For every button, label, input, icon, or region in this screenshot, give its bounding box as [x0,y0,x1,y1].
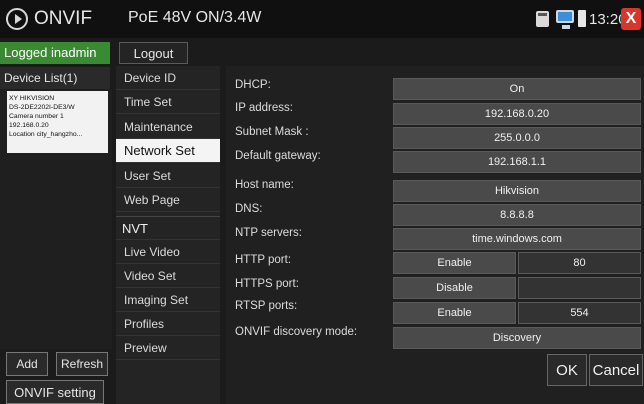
menu-item-web-page[interactable]: Web Page [116,188,220,212]
device-location: Location city_hangzho... [9,131,83,138]
device-model: DS-2DE2202I-DE3/W [9,104,75,111]
http-port-label: HTTP port: [235,254,292,266]
menu-item-maintenance[interactable]: Maintenance [116,115,220,139]
rtsp-ports-label: RTSP ports: [235,300,298,312]
device-list-header: Device List(1) [0,67,110,89]
gateway-field[interactable]: 192.168.1.1 [393,151,641,173]
settings-menu: Device ID Time Set Maintenance Network S… [116,66,220,404]
https-port-label: HTTPS port: [235,278,299,290]
battery-icon [578,10,586,27]
device-camera-number: Camera number 1 [9,113,64,120]
menu-item-video-set[interactable]: Video Set [116,264,220,288]
dhcp-toggle[interactable]: On [393,78,641,100]
device-card[interactable]: XY HIKVISION DS-2DE2202I-DE3/W Camera nu… [7,91,108,153]
onvif-setting-button[interactable]: ONVIF setting [6,380,104,404]
dhcp-label: DHCP: [235,79,271,91]
menu-item-live-video[interactable]: Live Video [116,240,220,264]
device-manufacturer: XY HIKVISION [9,95,55,102]
subnet-mask-label: Subnet Mask : [235,126,309,138]
logout-button[interactable]: Logout [119,42,188,64]
close-button[interactable]: X [621,8,641,30]
discovery-mode-select[interactable]: Discovery [393,327,641,349]
host-name-label: Host name: [235,179,294,191]
network-icon [556,10,574,29]
ntp-servers-field[interactable]: time.windows.com [393,228,641,250]
device-ip: 192.168.0.20 [9,122,49,129]
app-title: ONVIF [34,8,93,29]
ip-address-label: IP address: [235,102,293,114]
dns-label: DNS: [235,203,263,215]
ip-address-field[interactable]: 192.168.0.20 [393,103,641,125]
poe-status: PoE 48V ON/3.4W [128,9,262,26]
cancel-button[interactable]: Cancel [589,354,643,386]
menu-item-user-set[interactable]: User Set [116,164,220,188]
ok-button[interactable]: OK [547,354,587,386]
app-logo: ONVIF [6,4,116,34]
https-enable-toggle[interactable]: Disable [393,277,516,299]
rtsp-enable-toggle[interactable]: Enable [393,302,516,324]
logged-in-status: Logged inadmin [0,42,110,64]
menu-item-preview[interactable]: Preview [116,336,220,360]
rtsp-port-field[interactable]: 554 [518,302,641,324]
http-enable-toggle[interactable]: Enable [393,252,516,274]
subnet-mask-field[interactable]: 255.0.0.0 [393,127,641,149]
gateway-label: Default gateway: [235,150,321,162]
discovery-mode-label: ONVIF discovery mode: [235,326,358,338]
onvif-logo-icon [6,8,28,30]
host-name-field[interactable]: Hikvision [393,180,641,202]
network-settings-panel: DHCP: On IP address: 192.168.0.20 Subnet… [226,66,644,404]
sd-card-icon [536,11,549,27]
menu-item-profiles[interactable]: Profiles [116,312,220,336]
menu-item-network-set[interactable]: Network Set [116,139,220,163]
menu-section-nvt: NVT [116,216,220,240]
https-port-field[interactable] [518,277,641,299]
add-button[interactable]: Add [6,352,48,376]
http-port-field[interactable]: 80 [518,252,641,274]
refresh-button[interactable]: Refresh [56,352,108,376]
menu-item-device-id[interactable]: Device ID [116,66,220,90]
dns-field[interactable]: 8.8.8.8 [393,204,641,226]
ntp-servers-label: NTP servers: [235,227,302,239]
menu-item-imaging-set[interactable]: Imaging Set [116,288,220,312]
menu-item-time-set[interactable]: Time Set [116,90,220,114]
